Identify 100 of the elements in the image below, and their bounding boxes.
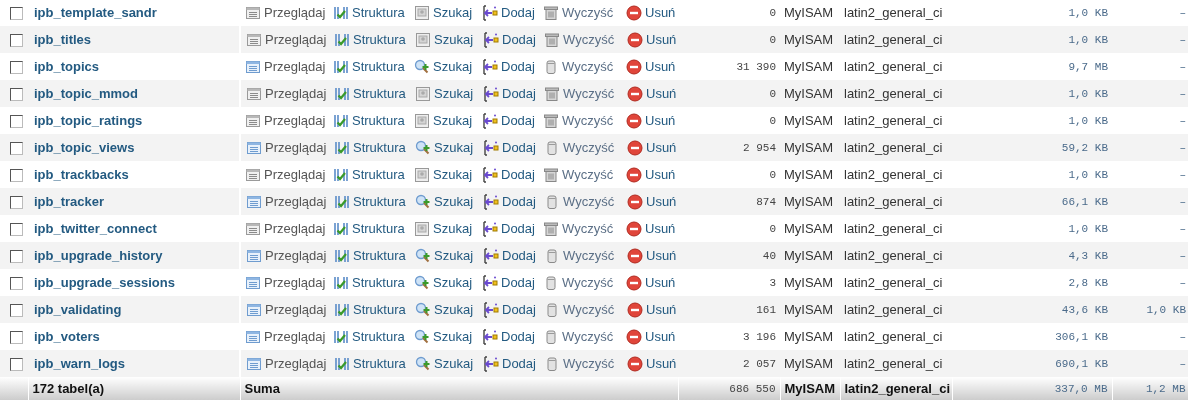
table-name-link[interactable]: ipb_template_sandr: [32, 5, 157, 20]
action-link[interactable]: Przeglądaj: [246, 85, 334, 102]
action-link[interactable]: Wyczyść: [544, 355, 627, 372]
table-name-link[interactable]: ipb_trackbacks: [32, 167, 129, 182]
action-link[interactable]: Usuń: [627, 301, 678, 318]
action-link[interactable]: Szukaj: [415, 193, 483, 210]
action-link[interactable]: Dodaj: [482, 58, 543, 75]
action-link[interactable]: Struktura: [334, 247, 415, 264]
action-link[interactable]: Wyczyść: [544, 139, 627, 156]
action-link[interactable]: Wyczyść: [543, 4, 626, 21]
action-link[interactable]: Struktura: [334, 355, 415, 372]
action-link[interactable]: Przeglądaj: [245, 328, 333, 345]
table-name-link[interactable]: ipb_tracker: [32, 194, 105, 209]
action-link[interactable]: Szukaj: [414, 166, 482, 183]
action-link[interactable]: Szukaj: [414, 112, 482, 129]
action-link[interactable]: Wyczyść: [543, 328, 626, 345]
action-link[interactable]: Usuń: [627, 247, 678, 264]
checkbox[interactable]: [10, 304, 23, 318]
action-link[interactable]: Dodaj: [482, 166, 543, 183]
action-link[interactable]: Szukaj: [415, 31, 483, 48]
action-link[interactable]: Struktura: [333, 58, 414, 75]
action-link[interactable]: Struktura: [333, 166, 414, 183]
action-link[interactable]: Wyczyść: [544, 193, 627, 210]
action-link[interactable]: Wyczyść: [543, 58, 626, 75]
action-link[interactable]: Dodaj: [482, 220, 543, 237]
action-link[interactable]: Usuń: [626, 274, 678, 291]
checkbox[interactable]: [10, 115, 23, 129]
action-link[interactable]: Usuń: [626, 328, 678, 345]
action-link[interactable]: Przeglądaj: [245, 166, 333, 183]
action-link[interactable]: Dodaj: [483, 31, 544, 48]
checkbox[interactable]: [10, 358, 23, 372]
action-link[interactable]: Struktura: [333, 328, 414, 345]
action-link[interactable]: Dodaj: [482, 274, 543, 291]
table-name-link[interactable]: ipb_voters: [32, 329, 100, 344]
checkbox[interactable]: [10, 223, 23, 237]
table-name-link[interactable]: ipb_twitter_connect: [32, 221, 157, 236]
action-link[interactable]: Przeglądaj: [246, 139, 334, 156]
checkbox[interactable]: [10, 34, 23, 48]
action-link[interactable]: Dodaj: [483, 193, 544, 210]
action-link[interactable]: Struktura: [334, 85, 415, 102]
action-link[interactable]: Usuń: [627, 193, 678, 210]
table-name-link[interactable]: ipb_titles: [32, 32, 92, 47]
action-link[interactable]: Struktura: [334, 193, 415, 210]
action-link[interactable]: Przeglądaj: [245, 274, 333, 291]
action-link[interactable]: Dodaj: [482, 112, 543, 129]
action-link[interactable]: Wyczyść: [544, 301, 627, 318]
action-link[interactable]: Dodaj: [482, 4, 543, 21]
checkbox[interactable]: [10, 7, 23, 21]
action-link[interactable]: Dodaj: [483, 301, 544, 318]
action-link[interactable]: Szukaj: [415, 139, 483, 156]
checkbox[interactable]: [10, 61, 23, 75]
action-link[interactable]: Dodaj: [483, 247, 544, 264]
action-link[interactable]: Struktura: [333, 274, 414, 291]
action-link[interactable]: Przeglądaj: [245, 58, 333, 75]
action-link[interactable]: Szukaj: [415, 247, 483, 264]
action-link[interactable]: Dodaj: [483, 355, 544, 372]
action-link[interactable]: Przeglądaj: [245, 4, 333, 21]
action-link[interactable]: Usuń: [627, 355, 678, 372]
action-link[interactable]: Usuń: [626, 166, 678, 183]
action-link[interactable]: Wyczyść: [543, 220, 626, 237]
action-link[interactable]: Struktura: [333, 112, 414, 129]
action-link[interactable]: Wyczyść: [544, 85, 627, 102]
action-link[interactable]: Przeglądaj: [246, 355, 334, 372]
action-link[interactable]: Szukaj: [414, 4, 482, 21]
action-link[interactable]: Przeglądaj: [246, 301, 334, 318]
action-link[interactable]: Dodaj: [483, 85, 544, 102]
action-link[interactable]: Szukaj: [414, 328, 482, 345]
action-link[interactable]: Usuń: [626, 112, 678, 129]
action-link[interactable]: Przeglądaj: [245, 112, 333, 129]
action-link[interactable]: Dodaj: [483, 139, 544, 156]
action-link[interactable]: Usuń: [626, 220, 678, 237]
action-link[interactable]: Struktura: [334, 301, 415, 318]
action-link[interactable]: Wyczyść: [543, 274, 626, 291]
action-link[interactable]: Wyczyść: [543, 166, 626, 183]
action-link[interactable]: Usuń: [627, 85, 678, 102]
action-link[interactable]: Przeglądaj: [246, 31, 334, 48]
checkbox[interactable]: [10, 331, 23, 345]
table-name-link[interactable]: ipb_topics: [32, 59, 99, 74]
action-link[interactable]: Wyczyść: [543, 112, 626, 129]
action-link[interactable]: Przeglądaj: [245, 220, 333, 237]
table-name-link[interactable]: ipb_topic_ratings: [32, 113, 143, 128]
action-link[interactable]: Szukaj: [415, 301, 483, 318]
action-link[interactable]: Wyczyść: [544, 247, 627, 264]
action-link[interactable]: Szukaj: [414, 274, 482, 291]
checkbox[interactable]: [10, 88, 23, 102]
checkbox[interactable]: [10, 169, 23, 183]
action-link[interactable]: Struktura: [334, 139, 415, 156]
action-link[interactable]: Wyczyść: [544, 31, 627, 48]
action-link[interactable]: Dodaj: [482, 328, 543, 345]
action-link[interactable]: Szukaj: [415, 85, 483, 102]
action-link[interactable]: Struktura: [333, 4, 414, 21]
checkbox[interactable]: [10, 196, 23, 210]
action-link[interactable]: Szukaj: [414, 58, 482, 75]
table-name-link[interactable]: ipb_upgrade_sessions: [32, 275, 175, 290]
action-link[interactable]: Struktura: [333, 220, 414, 237]
checkbox[interactable]: [10, 277, 23, 291]
action-link[interactable]: Przeglądaj: [246, 247, 334, 264]
checkbox[interactable]: [10, 250, 23, 264]
action-link[interactable]: Struktura: [334, 31, 415, 48]
action-link[interactable]: Szukaj: [414, 220, 482, 237]
